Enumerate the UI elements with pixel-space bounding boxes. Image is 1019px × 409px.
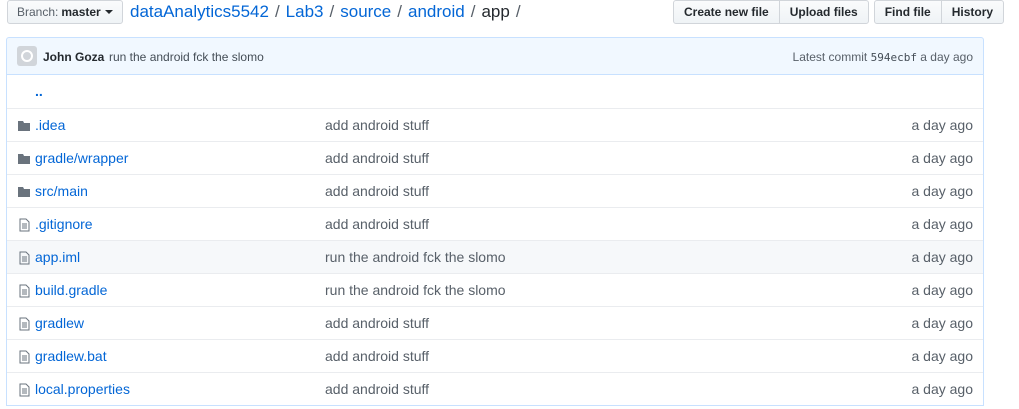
file-commit-message[interactable]: add android stuff	[325, 117, 429, 133]
breadcrumb-separator: /	[397, 2, 402, 21]
parent-directory-link[interactable]: ..	[35, 83, 43, 99]
table-row: .gitignore add android stuff a day ago	[7, 207, 983, 240]
latest-commit-bar: John Goza run the android fck the slomo …	[6, 37, 984, 75]
commit-sha[interactable]: 594ecbf	[871, 51, 917, 64]
file-age: a day ago	[911, 249, 974, 265]
file-commit-message[interactable]: run the android fck the slomo	[325, 249, 506, 265]
file-age: a day ago	[911, 348, 974, 364]
table-row: gradlew.bat add android stuff a day ago	[7, 339, 983, 372]
file-icon	[17, 251, 31, 265]
breadcrumb-separator: /	[470, 2, 476, 21]
file-commit-message[interactable]: add android stuff	[325, 183, 429, 199]
latest-commit-prefix: Latest commit	[792, 50, 868, 64]
file-icon	[17, 350, 31, 364]
file-icon	[17, 383, 31, 397]
table-row: .idea add android stuff a day ago	[7, 108, 983, 141]
folder-icon	[17, 152, 31, 166]
file-icon	[17, 317, 31, 331]
caret-down-icon	[104, 10, 113, 14]
breadcrumb-separator: /	[274, 2, 280, 21]
table-row: build.gradle run the android fck the slom…	[7, 273, 983, 306]
file-commit-message[interactable]: add android stuff	[325, 315, 429, 331]
file-age: a day ago	[911, 183, 974, 199]
branch-label: Branch:	[17, 5, 59, 19]
breadcrumb-lab3[interactable]: Lab3	[286, 2, 324, 22]
file-age: a day ago	[911, 117, 974, 133]
breadcrumb-trailing-separator: /	[515, 2, 521, 21]
file-age: a day ago	[911, 315, 974, 331]
file-name-link[interactable]: local.properties	[35, 381, 130, 397]
file-name-link[interactable]: gradle/wrapper	[35, 150, 128, 166]
parent-directory-row: ..	[7, 75, 983, 108]
breadcrumb-android[interactable]: android	[408, 2, 465, 22]
file-name-link[interactable]: build.gradle	[35, 282, 107, 298]
file-navigation: Branch: master dataAnalytics5542 / Lab3 …	[0, 0, 1019, 28]
file-name-link[interactable]: app.iml	[35, 249, 80, 265]
file-name-link[interactable]: src/main	[35, 183, 88, 199]
latest-commit-info: Latest commit 594ecbf a day ago	[793, 50, 973, 64]
commit-author[interactable]: John Goza	[43, 50, 104, 64]
folder-icon	[17, 185, 31, 199]
breadcrumb-source[interactable]: source	[340, 2, 391, 22]
file-commit-message[interactable]: add android stuff	[325, 348, 429, 364]
github-avatar-icon	[21, 50, 33, 62]
file-name-link[interactable]: .idea	[35, 117, 65, 133]
file-commit-message[interactable]: add android stuff	[325, 381, 429, 397]
create-new-file-button[interactable]: Create new file	[673, 0, 780, 24]
file-icon	[17, 218, 31, 232]
file-commit-message[interactable]: add android stuff	[325, 150, 429, 166]
history-button[interactable]: History	[940, 0, 1005, 24]
folder-icon	[17, 119, 31, 133]
file-age: a day ago	[911, 381, 974, 397]
file-age: a day ago	[911, 282, 974, 298]
file-icon	[17, 284, 31, 298]
breadcrumb-separator: /	[329, 2, 335, 21]
file-actions: Create new file Upload files Find file H…	[673, 0, 1005, 24]
breadcrumb-repo[interactable]: dataAnalytics5542	[130, 2, 269, 22]
table-row: gradlew add android stuff a day ago	[7, 306, 983, 339]
table-row: local.properties add android stuff a day a…	[7, 372, 983, 405]
upload-files-button[interactable]: Upload files	[778, 0, 869, 24]
file-list: .. .idea add android stuff a day ago gradle…	[6, 75, 984, 406]
file-age: a day ago	[911, 150, 974, 166]
file-name-link[interactable]: gradlew	[35, 315, 84, 331]
avatar[interactable]	[17, 46, 37, 66]
file-name-link[interactable]: .gitignore	[35, 216, 93, 232]
table-row: app.iml run the android fck the slomo a da…	[7, 240, 983, 273]
file-commit-message[interactable]: run the android fck the slomo	[325, 282, 506, 298]
commit-message[interactable]: run the android fck the slomo	[109, 50, 264, 64]
branch-name: master	[61, 5, 101, 19]
breadcrumb: dataAnalytics5542 / Lab3 / source / andr…	[130, 0, 527, 24]
table-row: gradle/wrapper add android stuff a day ago	[7, 141, 983, 174]
breadcrumb-current: app	[481, 2, 510, 21]
branch-select-button[interactable]: Branch: master	[7, 0, 123, 24]
find-file-button[interactable]: Find file	[873, 0, 942, 24]
table-row: src/main add android stuff a day ago	[7, 174, 983, 207]
file-commit-message[interactable]: add android stuff	[325, 216, 429, 232]
commit-time: a day ago	[920, 50, 973, 64]
file-name-link[interactable]: gradlew.bat	[35, 348, 107, 364]
file-age: a day ago	[911, 216, 974, 232]
